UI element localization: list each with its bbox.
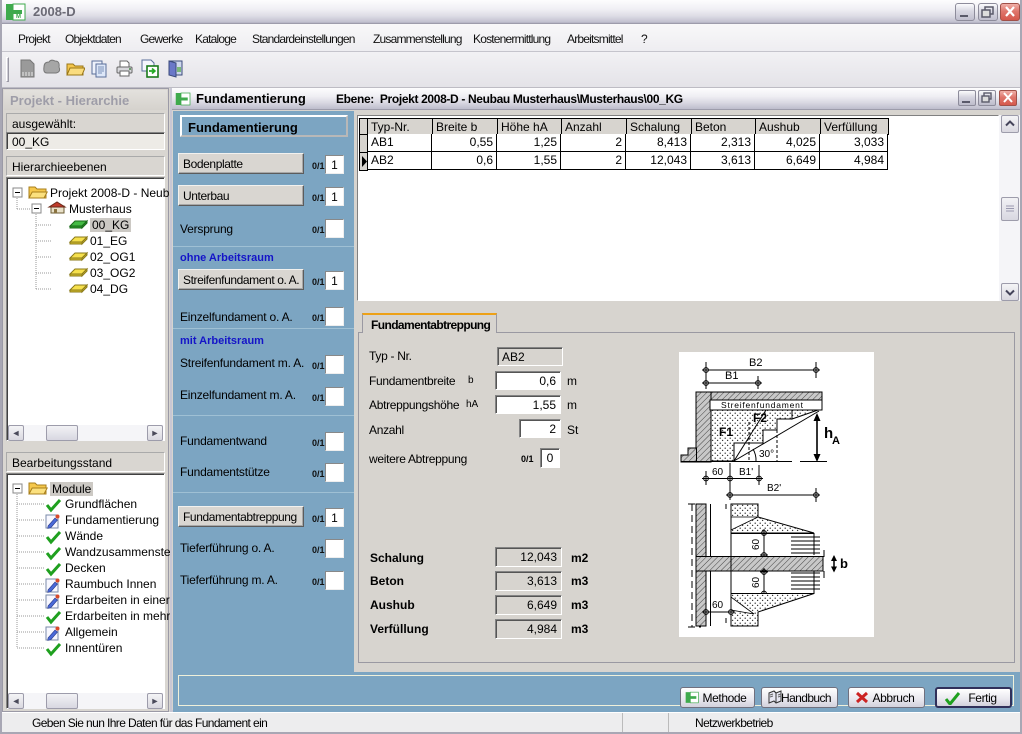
svg-text:B2: B2 — [749, 357, 762, 369]
svg-text:Streifenfundament: Streifenfundament — [721, 400, 804, 410]
svg-text:B2': B2' — [767, 483, 781, 494]
svg-text:M: M — [16, 14, 21, 20]
svg-text:B1: B1 — [725, 370, 738, 382]
svg-text:30°: 30° — [759, 449, 774, 460]
svg-text:60: 60 — [712, 467, 724, 478]
svg-text:60: 60 — [751, 576, 762, 588]
svg-text:60: 60 — [751, 538, 762, 550]
svg-text:F2: F2 — [753, 411, 767, 425]
svg-text:b: b — [840, 556, 848, 571]
svg-text:A: A — [832, 435, 840, 447]
svg-text:B1': B1' — [739, 467, 753, 478]
svg-text:F1: F1 — [719, 425, 733, 439]
svg-text:60: 60 — [712, 600, 724, 611]
